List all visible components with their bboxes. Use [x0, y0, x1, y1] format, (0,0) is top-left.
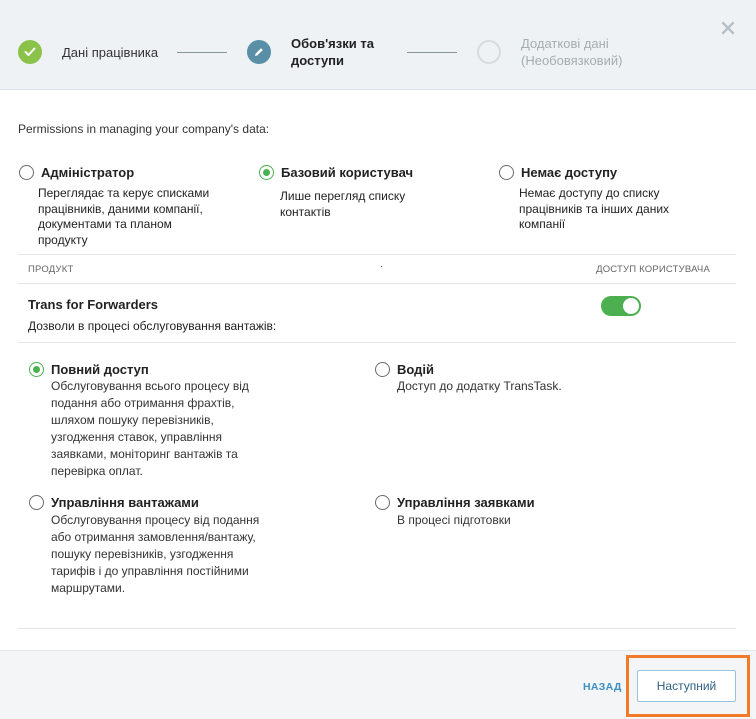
desc-line: Доступ до додатку TransTask. [397, 379, 562, 393]
role-title: Немає доступу [521, 165, 618, 180]
role-title: Адміністратор [41, 165, 135, 180]
desc-line: Обслуговування всього процесу від [51, 379, 249, 393]
close-icon[interactable] [718, 18, 738, 38]
desc-line: компанії [519, 217, 566, 231]
no-access-radio[interactable] [499, 165, 514, 180]
desc-line: перевірка оплат. [51, 464, 143, 478]
desc-line: Лише перегляд списку [280, 189, 406, 203]
desc-line: контактів [280, 204, 331, 219]
product-permissions-subtitle: Дозволи в процесі обслуговування вантажі… [28, 319, 277, 333]
step-pending-icon [477, 40, 501, 64]
desc-line: документами та планом [38, 217, 172, 231]
desc-line: працівників, даними компанії, [38, 201, 203, 216]
permissions-intro: Permissions in managing your company's d… [18, 122, 270, 136]
step-connector [407, 52, 457, 53]
step-1-label: Дані працівника [62, 45, 159, 60]
section-divider [18, 628, 736, 629]
desc-line: шляхом пошуку перевізників, [51, 413, 214, 427]
basic-user-radio[interactable] [259, 165, 274, 180]
permission-title: Повний доступ [51, 362, 149, 377]
desc-line: Обслуговування процесу від подання [51, 513, 260, 527]
step-complete-icon [18, 40, 42, 64]
desc-line: узгодження ставок, управління [51, 430, 223, 444]
step-3-label-line1: Додаткові дані [521, 36, 609, 51]
role-description: Немає доступу до списку працівників та і… [519, 186, 669, 233]
stepper-header: Дані працівника Обов'язки та доступи Дод… [0, 0, 756, 90]
desc-line: працівників та інших даних [519, 201, 670, 216]
user-access-column-header: ДОСТУП КОРИСТУВАЧА [596, 264, 710, 275]
step-3-label: Додаткові дані (Необовязковий) [521, 35, 622, 69]
full-access-radio[interactable] [29, 362, 44, 377]
desc-line: або отримання замовлення/вантажу, [51, 530, 256, 544]
order-management-radio[interactable] [375, 495, 390, 510]
desc-line: Немає доступу до списку [519, 186, 660, 200]
desc-line: заявками, моніторинг вантажів та [51, 447, 238, 461]
pencil-icon [247, 40, 271, 64]
desc-line: Переглядає та керує списками [38, 186, 210, 200]
permission-description: Обслуговування всього процесу від поданн… [51, 378, 249, 480]
product-name: Trans for Forwarders [28, 297, 159, 312]
cargo-management-radio[interactable] [29, 495, 44, 510]
permission-description: В процесі підготовки [397, 512, 511, 529]
step-2-label: Обов'язки та доступи [291, 35, 374, 69]
permission-title: Управління заявками [397, 495, 535, 510]
role-description: Переглядає та керує списками працівників… [38, 186, 209, 248]
step-connector [177, 52, 227, 53]
product-column-header: ПРОДУКТ [28, 264, 74, 275]
step-2-label-line2: доступи [291, 53, 345, 68]
step-3-label-line2: (Необовязковий) [521, 53, 623, 68]
step-2-label-line1: Обов'язки та [291, 36, 374, 51]
header-dot: · [380, 261, 384, 272]
product-table-header: ПРОДУКТ · ДОСТУП КОРИСТУВАЧА [18, 254, 736, 284]
admin-radio[interactable] [19, 165, 34, 180]
desc-line: подання або отримання фрахтів, [51, 396, 235, 410]
permission-title: Водій [397, 362, 435, 377]
next-button[interactable]: Наступний [637, 670, 736, 702]
role-description: Лише перегляд списку контактів [280, 189, 405, 220]
permission-description: Доступ до додатку TransTask. [397, 378, 562, 395]
desc-line: В процесі підготовки [397, 513, 511, 527]
section-divider [18, 342, 736, 343]
driver-radio[interactable] [375, 362, 390, 377]
desc-line: маршрутами. [51, 581, 126, 595]
permission-title: Управління вантажами [51, 495, 199, 510]
desc-line: продукту [38, 232, 88, 247]
toggle-knob [623, 298, 639, 314]
desc-line: тарифів і до управління постійними [51, 564, 249, 578]
role-title: Базовий користувач [281, 165, 414, 180]
product-access-toggle[interactable] [601, 296, 641, 316]
back-button[interactable]: НАЗАД [583, 681, 622, 693]
permission-description: Обслуговування процесу від подання або о… [51, 512, 259, 597]
desc-line: пошуку перевізників, узгодження [51, 547, 234, 561]
